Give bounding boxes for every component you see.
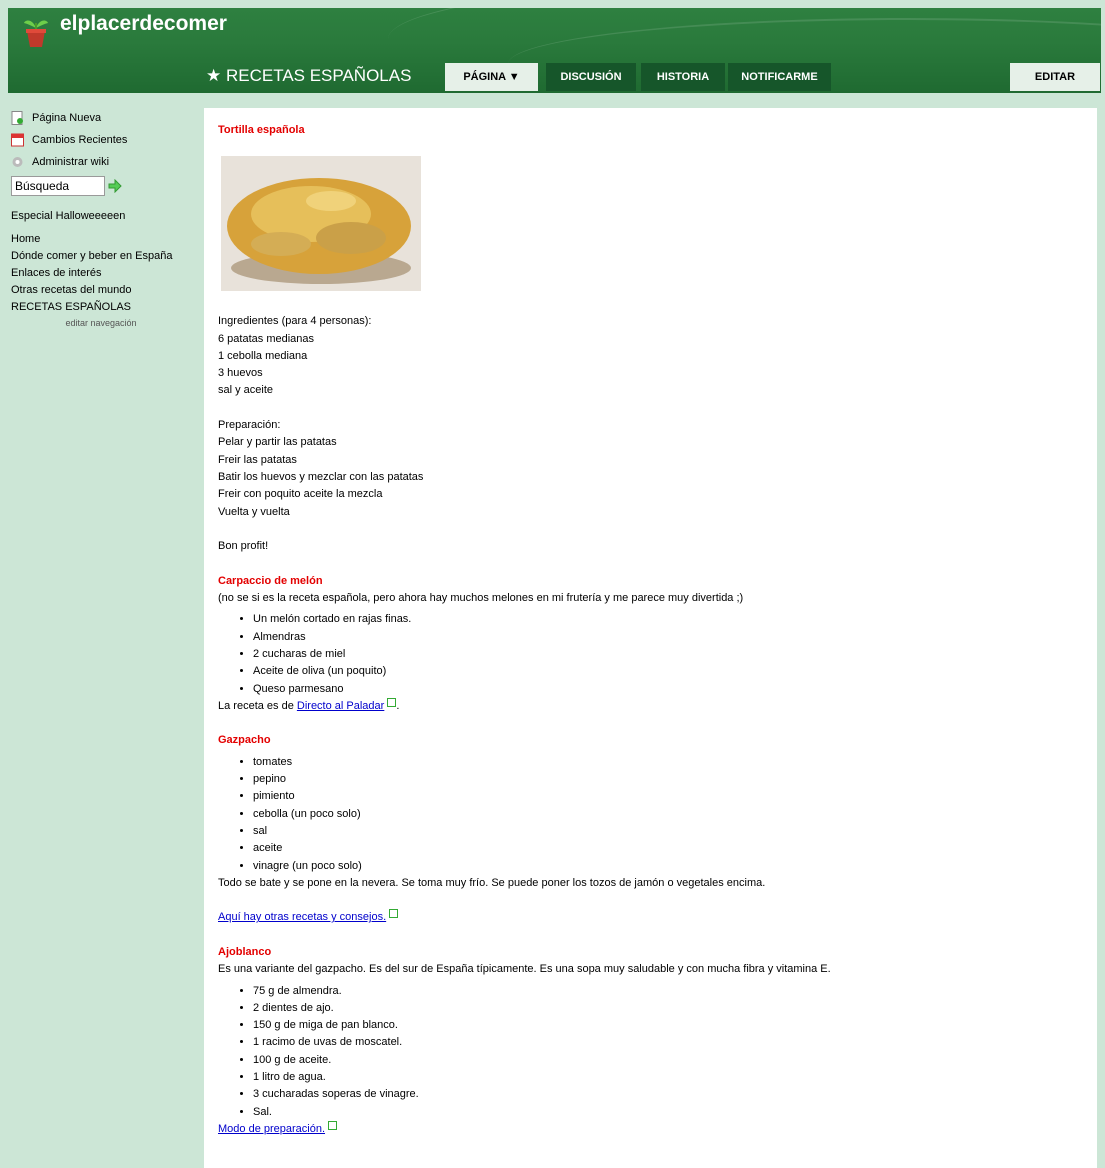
- list-item: aceite: [253, 840, 1078, 857]
- preparation-line: Vuelta y vuelta: [218, 505, 290, 518]
- ingredient-list: Un melón cortado en rajas finas. Almendr…: [218, 611, 1078, 697]
- recipe-title-carpaccio: Carpaccio de melón: [218, 574, 323, 587]
- ingredient-list: 75 g de almendra. 2 dientes de ajo. 150 …: [218, 983, 1078, 1121]
- preparation-line: Pelar y partir las patatas: [218, 436, 337, 449]
- gear-icon: [12, 157, 23, 167]
- new-page-icon: [11, 111, 23, 125]
- list-item: vinagre (un poco solo): [253, 858, 1078, 875]
- tab-notificarme[interactable]: NOTIFICARME: [728, 63, 831, 91]
- recipe-link-row: Aquí hay otras recetas y consejos.: [218, 909, 1078, 926]
- preparation-line: Freir con poquito aceite la mezcla: [218, 488, 383, 501]
- list-item: Almendras: [253, 629, 1078, 646]
- site-title[interactable]: elplacerdecomer: [60, 12, 227, 36]
- ingredients-line: 3 huevos: [218, 367, 263, 380]
- sidebar-tool-new-page[interactable]: Página Nueva: [11, 108, 191, 130]
- ingredients-line: 1 cebolla mediana: [218, 349, 308, 362]
- preparation-line: Batir los huevos y mezclar con las patat…: [218, 470, 424, 483]
- modo-preparacion-link[interactable]: Modo de preparación.: [218, 1123, 325, 1135]
- source-prefix: La receta es de: [218, 699, 297, 712]
- list-item: pepino: [253, 771, 1078, 788]
- recipe-title-ajoblanco: Ajoblanco: [218, 945, 272, 958]
- recipe-title-tortilla: Tortilla española: [218, 124, 305, 136]
- recipe-link-row: Modo de preparación.: [218, 1120, 1078, 1138]
- tab-discusion[interactable]: DISCUSIÓN: [546, 63, 636, 91]
- tab-pagina[interactable]: PÁGINA ▼: [445, 63, 538, 91]
- preparation-line: Freir las patatas: [218, 453, 297, 466]
- sidebar-tool-manage-wiki[interactable]: Administrar wiki: [11, 152, 191, 174]
- otras-recetas-link[interactable]: Aquí hay otras recetas y consejos.: [218, 911, 386, 923]
- recipe-intro: (no se si es la receta española, pero ah…: [218, 592, 744, 605]
- nav-link-home[interactable]: Home: [11, 231, 191, 248]
- list-item: tomates: [253, 754, 1078, 771]
- sidebar-tool-recent-changes[interactable]: Cambios Recientes: [11, 130, 191, 152]
- list-item: sal: [253, 823, 1078, 840]
- sidebar-tool-label: Página Nueva: [32, 112, 102, 124]
- nav-link-donde-comer[interactable]: Dónde comer y beber en España: [11, 248, 191, 265]
- nav-link-otras-recetas[interactable]: Otras recetas del mundo: [11, 282, 191, 299]
- main-content: Tortilla española Ingredientes (para 4 p…: [204, 108, 1097, 1168]
- list-item: 150 g de miga de pan blanco.: [253, 1017, 1078, 1034]
- recipe-intro: Es una variante del gazpacho. Es del sur…: [218, 963, 831, 976]
- list-item: Sal.: [253, 1104, 1078, 1121]
- external-link-icon: [389, 909, 399, 919]
- site-header: elplacerdecomer ★ RECETAS ESPAÑOLAS PÁGI…: [8, 8, 1101, 93]
- search-go-arrow-icon[interactable]: [108, 179, 122, 193]
- list-item: cebolla (un poco solo): [253, 806, 1078, 823]
- list-item: 1 litro de agua.: [253, 1069, 1078, 1086]
- list-item: 75 g de almendra.: [253, 983, 1078, 1000]
- edit-button[interactable]: EDITAR: [1010, 63, 1100, 91]
- closing-line: Bon profit!: [218, 540, 269, 553]
- ingredients-line: Ingredientes (para 4 personas):: [218, 315, 372, 328]
- edit-navigation-link[interactable]: editar navegación: [11, 318, 191, 328]
- ingredients-line: sal y aceite: [218, 384, 274, 397]
- recipe-title-gazpacho: Gazpacho: [218, 734, 271, 747]
- nav-link-enlaces[interactable]: Enlaces de interés: [11, 265, 191, 282]
- wiki-body: Tortilla española Ingredientes (para 4 p…: [218, 122, 1078, 1138]
- search-row: [11, 176, 191, 200]
- tab-historia[interactable]: HISTORIA: [641, 63, 725, 91]
- external-link-icon: [328, 1120, 338, 1130]
- list-item: 1 racimo de uvas de moscatel.: [253, 1034, 1078, 1051]
- list-item: 3 cucharadas soperas de vinagre.: [253, 1086, 1078, 1103]
- list-item: 2 cucharas de miel: [253, 646, 1078, 663]
- directo-al-paladar-link[interactable]: Directo al Paladar: [297, 700, 384, 712]
- external-link-icon: [387, 697, 397, 707]
- list-item: 2 dientes de ajo.: [253, 1000, 1078, 1017]
- sidebar-tool-label: Administrar wiki: [32, 156, 110, 168]
- list-item: pimiento: [253, 788, 1078, 805]
- list-item: Aceite de oliva (un poquito): [253, 663, 1078, 680]
- preparation-line: Preparación:: [218, 419, 281, 432]
- plant-pot-icon[interactable]: [22, 14, 50, 48]
- nav-link-recetas-espanolas[interactable]: RECETAS ESPAÑOLAS: [11, 299, 191, 316]
- nav-link-halloween[interactable]: Especial Halloweeeeen: [11, 208, 191, 225]
- recipe-note: Todo se bate y se pone en la nevera. Se …: [218, 876, 766, 889]
- sidebar: Página Nueva Cambios Recientes Administr…: [11, 108, 191, 328]
- recipe-source: La receta es de Directo al Paladar.: [218, 697, 1078, 715]
- ingredient-list: tomates pepino pimiento cebolla (un poco…: [218, 754, 1078, 875]
- ingredients-line: 6 patatas medianas: [218, 332, 315, 345]
- sidebar-tool-label: Cambios Recientes: [32, 134, 128, 146]
- search-input[interactable]: [11, 176, 105, 196]
- source-suffix: .: [396, 699, 400, 712]
- list-item: Un melón cortado en rajas finas.: [253, 611, 1078, 628]
- page-title: ★ RECETAS ESPAÑOLAS: [206, 66, 412, 85]
- list-item: Queso parmesano: [253, 681, 1078, 698]
- list-item: 100 g de aceite.: [253, 1052, 1078, 1069]
- tortilla-photo: [221, 156, 421, 292]
- calendar-icon: [11, 133, 24, 147]
